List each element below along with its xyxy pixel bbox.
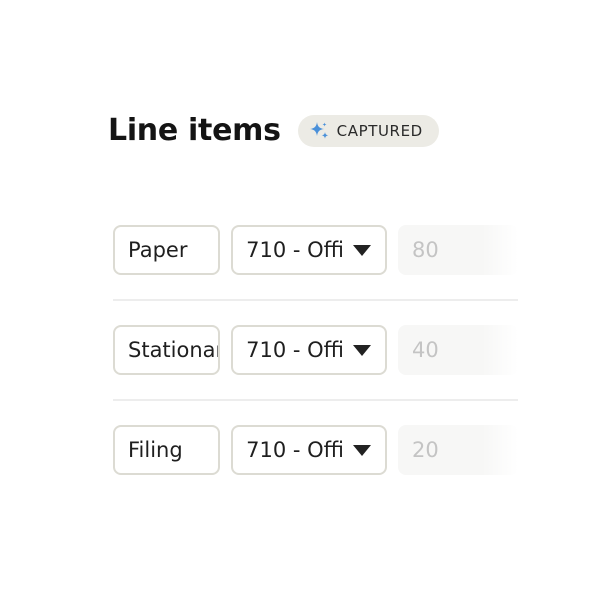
badge-label: CAPTURED [336,122,423,140]
line-items-list: Paper 710 - Office... 80 Stationary 710 … [113,225,518,475]
chevron-down-icon[interactable] [353,244,371,256]
item-name-input[interactable]: Filing [113,425,221,475]
chevron-down-icon[interactable] [353,444,371,456]
row-divider [113,399,518,401]
line-item-row: Stationary 710 - Office... 40 [113,325,518,375]
section-title: Line items [108,113,281,148]
account-select-value: 710 - Office... [246,238,343,262]
captured-badge: CAPTURED [297,115,439,147]
amount-input[interactable]: 80 [398,225,518,275]
amount-input[interactable]: 20 [398,425,518,475]
account-select[interactable]: 710 - Office... [231,225,387,275]
account-select[interactable]: 710 - Office... [231,325,387,375]
account-select-value: 710 - Office... [246,438,343,462]
item-name-input[interactable]: Stationary [113,325,221,375]
sparkle-icon [308,120,330,142]
line-items-panel: Line items CAPTURED Paper 710 - Office..… [0,0,596,596]
line-items-header: Line items CAPTURED [108,112,439,150]
account-select[interactable]: 710 - Office... [231,425,387,475]
account-select-value: 710 - Office... [246,338,343,362]
chevron-down-icon[interactable] [353,344,371,356]
line-item-row: Filing 710 - Office... 20 [113,425,518,475]
amount-input[interactable]: 40 [398,325,518,375]
item-name-input[interactable]: Paper [113,225,221,275]
row-divider [113,299,518,301]
line-item-row: Paper 710 - Office... 80 [113,225,518,275]
